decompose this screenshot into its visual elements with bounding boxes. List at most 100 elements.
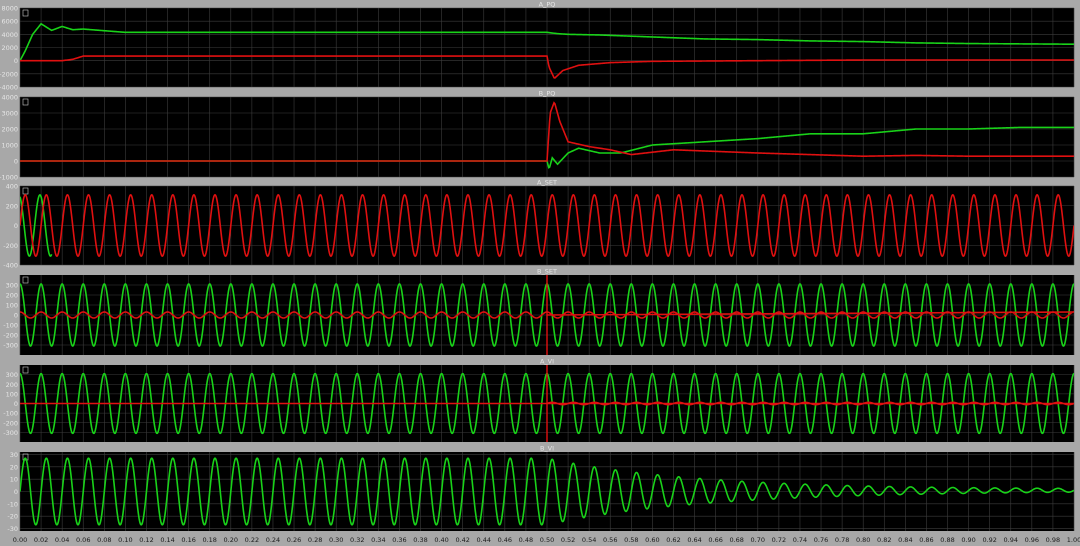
panel-b-pq: 4000 3000 2000 1000 0 -1000 B_PQ xyxy=(0,90,1075,182)
y-tick-label: -300 xyxy=(3,429,18,437)
x-tick-label: 0.26 xyxy=(287,536,301,544)
x-tick-label: 0.40 xyxy=(434,536,448,544)
x-tick-label: 0.42 xyxy=(455,536,469,544)
y-tick-label: -400 xyxy=(3,262,18,270)
x-tick-label: 0.66 xyxy=(708,536,722,544)
x-tick-label: 0.00 xyxy=(13,536,27,544)
panel-title: B_PQ xyxy=(539,90,556,98)
y-tick-label: 200 xyxy=(6,381,18,389)
x-tick-label: 0.24 xyxy=(266,536,280,544)
panel-title: A_SET xyxy=(537,179,557,187)
y-tick-label: 400 xyxy=(6,183,18,191)
y-tick-label: 8000 xyxy=(1,5,18,13)
panel-a-set: 400 200 0 -200 -400 A_SET xyxy=(3,179,1075,270)
x-tick-label: 0.04 xyxy=(55,536,69,544)
y-tick-label: -4000 xyxy=(0,84,18,92)
x-tick-label: 0.82 xyxy=(877,536,891,544)
x-tick-label: 0.10 xyxy=(118,536,132,544)
x-tick-label: 0.44 xyxy=(477,536,491,544)
y-tick-label: 100 xyxy=(6,390,18,398)
x-tick-label: 0.06 xyxy=(76,536,90,544)
x-tick-label: 0.98 xyxy=(1046,536,1060,544)
y-tick-label: -100 xyxy=(3,322,18,330)
x-tick-label: 0.56 xyxy=(603,536,617,544)
x-tick-label: 0.58 xyxy=(624,536,638,544)
x-tick-label: 0.96 xyxy=(1025,536,1039,544)
x-tick-label: 0.68 xyxy=(729,536,743,544)
x-tick-label: 0.50 xyxy=(540,536,554,544)
panel-title: A_VI xyxy=(540,358,554,366)
y-tick-label: 6000 xyxy=(1,18,18,26)
x-tick-label: 0.32 xyxy=(350,536,364,544)
x-tick-label: 0.84 xyxy=(898,536,912,544)
x-tick-label: 0.52 xyxy=(561,536,575,544)
y-tick-label: 0 xyxy=(14,57,18,65)
x-tick-label: 0.08 xyxy=(97,536,111,544)
x-tick-label: 0.70 xyxy=(751,536,765,544)
y-tick-label: 1000 xyxy=(1,142,18,150)
x-tick-label: 0.78 xyxy=(835,536,849,544)
panel-b-vi: 30 20 10 0 -10 -20 -30 B_VI xyxy=(7,445,1075,533)
panel-title: A_PQ xyxy=(539,1,556,9)
panel-title: B_SET xyxy=(537,268,557,276)
x-tick-label: 0.22 xyxy=(245,536,259,544)
y-tick-label: -1000 xyxy=(0,174,18,182)
y-tick-label: 0 xyxy=(14,488,18,496)
scope-plots: 0.00 0.02 0.04 0.06 0.08 0.10 0.12 0.14 0.16 0.18… xyxy=(0,1,1080,545)
x-tick-label: 0.64 xyxy=(687,536,701,544)
y-tick-label: 300 xyxy=(6,282,18,290)
y-tick-label: 2000 xyxy=(1,126,18,134)
panel-b-set: 300 200 100 0 -100 -200 -300 B_SET xyxy=(3,268,1075,355)
x-tick-label: 0.18 xyxy=(202,536,216,544)
y-tick-label: -30 xyxy=(7,525,18,533)
y-tick-label: -300 xyxy=(3,342,18,350)
x-tick-label: 0.72 xyxy=(772,536,786,544)
y-tick-label: -2000 xyxy=(0,70,18,78)
x-tick-label: 0.20 xyxy=(224,536,238,544)
x-tick-label: 0.88 xyxy=(940,536,954,544)
x-tick-label: 0.92 xyxy=(982,536,996,544)
x-tick-label: 0.86 xyxy=(919,536,933,544)
y-tick-label: 4000 xyxy=(1,31,18,39)
x-tick-label: 0.38 xyxy=(413,536,427,544)
x-tick-label: 0.94 xyxy=(1004,536,1018,544)
panel-title: B_VI xyxy=(540,445,554,453)
y-tick-label: 0 xyxy=(14,222,18,230)
x-tick-label: 0.14 xyxy=(160,536,174,544)
panel-a-pq: 8000 6000 4000 2000 0 -2000 -4000 A_PQ xyxy=(0,1,1075,92)
x-tick-label: 0.74 xyxy=(793,536,807,544)
y-tick-label: 2000 xyxy=(1,44,18,52)
x-tick-label: 0.76 xyxy=(814,536,828,544)
y-tick-label: 200 xyxy=(6,202,18,210)
y-tick-label: -10 xyxy=(7,500,18,508)
x-tick-label: 0.62 xyxy=(666,536,680,544)
x-tick-label: 0.54 xyxy=(582,536,596,544)
x-tick-label: 0.48 xyxy=(519,536,533,544)
x-tick-label: 0.28 xyxy=(308,536,322,544)
x-tick-label: 0.90 xyxy=(961,536,975,544)
x-tick-label: 0.30 xyxy=(329,536,343,544)
y-tick-label: 20 xyxy=(10,463,18,471)
x-tick-label: 0.36 xyxy=(392,536,406,544)
panel-a-vi: 300 200100 0 -100-200 -300 A_VI xyxy=(3,358,1075,442)
y-tick-label: -200 xyxy=(3,419,18,427)
y-tick-label: -100 xyxy=(3,410,18,418)
y-tick-label: 30 xyxy=(10,451,18,459)
y-tick-label: 100 xyxy=(6,302,18,310)
x-tick-label: 0.80 xyxy=(856,536,870,544)
x-tick-label: 0.16 xyxy=(181,536,195,544)
x-tick-label: 0.46 xyxy=(498,536,512,544)
y-tick-label: 200 xyxy=(6,292,18,300)
x-tick-label: 0.60 xyxy=(645,536,659,544)
x-tick-label: 0.02 xyxy=(34,536,48,544)
x-tick-label: 0.34 xyxy=(371,536,385,544)
y-tick-label: 4000 xyxy=(1,94,18,102)
y-tick-label: 3000 xyxy=(1,110,18,118)
y-tick-label: 0 xyxy=(14,400,18,408)
y-tick-label: 10 xyxy=(10,476,18,484)
y-tick-label: 0 xyxy=(14,312,18,320)
y-tick-label: -200 xyxy=(3,332,18,340)
x-tick-label: 1.00 xyxy=(1067,536,1080,544)
y-tick-label: -200 xyxy=(3,242,18,250)
y-tick-label: 300 xyxy=(6,371,18,379)
